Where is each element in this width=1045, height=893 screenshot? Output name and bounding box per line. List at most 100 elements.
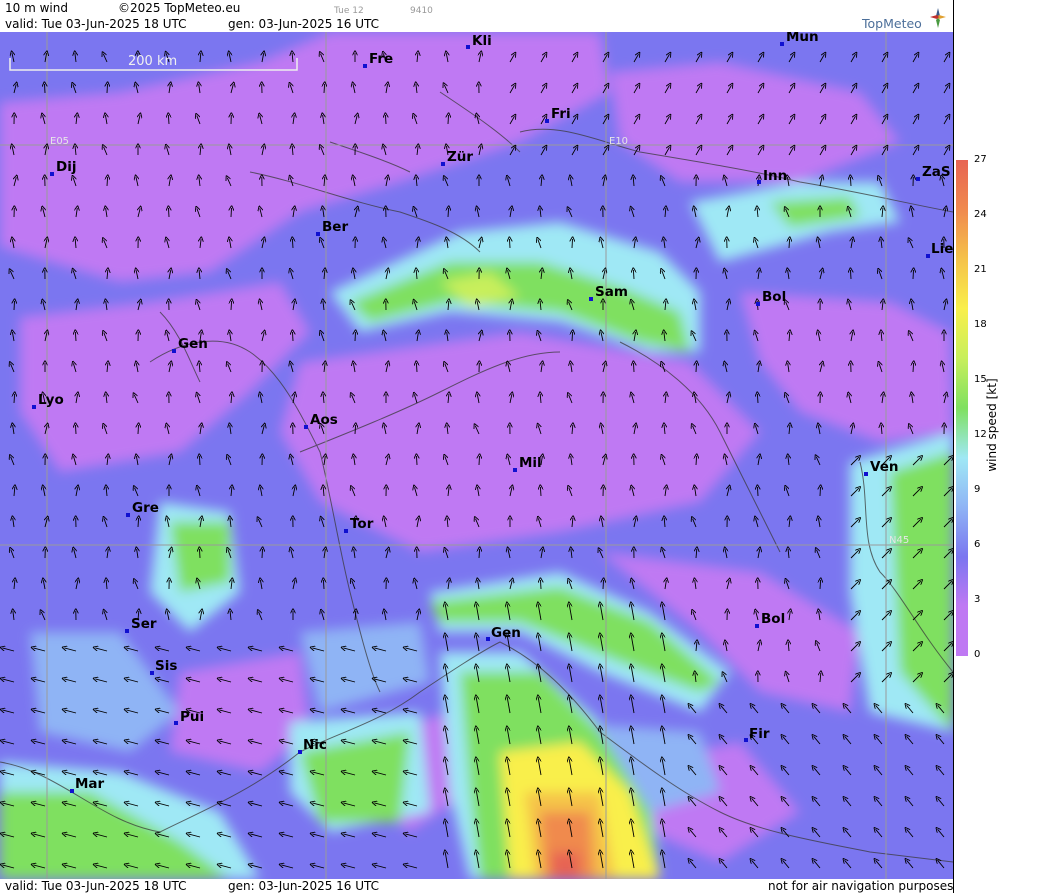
wind-arrow <box>416 363 417 373</box>
wind-arrow <box>107 177 108 187</box>
city-ser-label: Ser <box>131 616 157 632</box>
logo-text: TopMeteo <box>862 16 922 31</box>
city-zur-label: Zür <box>447 149 473 165</box>
city-fir-label: Fir <box>749 726 770 742</box>
colorbar-segment <box>956 358 968 408</box>
wind-arrow <box>913 270 914 280</box>
map-footer: valid: Tue 03-Jun-2025 18 UTC gen: 03-Ju… <box>0 879 953 893</box>
wind-arrow <box>510 239 511 249</box>
colorbar-tick-label: 3 <box>974 594 981 605</box>
city-gen2: Gen <box>486 625 521 641</box>
city-nic: Nic <box>298 737 327 754</box>
wind-arrow <box>168 115 169 125</box>
wind-arrow <box>634 363 635 373</box>
colorbar-segment <box>956 457 968 508</box>
footer-disclaimer: not for air navigation purposes <box>768 879 954 893</box>
city-sam-label: Sam <box>595 284 628 300</box>
city-sam: Sam <box>589 284 628 301</box>
wind-arrow <box>448 115 449 125</box>
wind-arrow <box>199 456 200 466</box>
wind-arrow <box>820 487 821 497</box>
colorbar-segment <box>956 209 968 260</box>
wind-arrow <box>323 580 324 590</box>
colorbar-tick-label: 18 <box>974 319 987 330</box>
wind-arrow <box>633 270 634 280</box>
city-fri-label: Fri <box>551 106 571 122</box>
topmeteo-logo: TopMeteo <box>862 6 952 31</box>
wind-arrow <box>820 580 821 590</box>
copyright: ©2025 TopMeteo.eu <box>118 1 241 15</box>
compass-star-icon <box>930 8 946 28</box>
wind-arrow <box>75 332 76 342</box>
wind-arrow <box>851 270 852 280</box>
run-label: Tue 12 <box>334 6 364 16</box>
city-sis: Sis <box>150 658 177 675</box>
wind-arrow <box>850 177 851 187</box>
wind-arrow <box>448 208 449 218</box>
footer-generated-time: gen: 03-Jun-2025 16 UTC <box>228 879 380 893</box>
grid-label-e10: E10 <box>609 136 628 147</box>
wind-arrow <box>355 332 356 342</box>
city-fre-label: Fre <box>369 51 393 67</box>
wind-arrow <box>292 239 293 249</box>
wind-arrow <box>540 487 541 497</box>
wind-arrow <box>355 425 356 435</box>
colorbar-segment <box>956 308 968 359</box>
colorbar-segment <box>956 507 968 557</box>
wind-arrow <box>572 332 573 342</box>
city-zas: ZaS <box>916 164 951 181</box>
colorbar-segment <box>956 259 968 309</box>
wind-arrow <box>696 456 697 466</box>
city-bol1-label: Bol <box>762 289 786 305</box>
field-title: 10 m wind <box>5 1 68 15</box>
wind-arrow <box>758 487 759 497</box>
wind-arrow <box>169 208 170 218</box>
wind-arrow <box>200 549 201 559</box>
city-lyo-label: Lyo <box>38 392 64 408</box>
city-ven-label: Ven <box>870 459 898 475</box>
city-gen1-label: Gen <box>178 336 208 352</box>
city-nic-label: Nic <box>303 737 327 753</box>
colorbar <box>956 160 968 656</box>
city-lie-label: Lie <box>931 241 953 257</box>
map-header: 10 m wind ©2025 TopMeteo.eu Tue 12 9410 … <box>0 0 953 32</box>
wind-arrow <box>572 239 573 249</box>
city-tor-label: Tor <box>350 516 374 532</box>
colorbar-segment <box>956 606 968 656</box>
wind-arrow <box>696 363 697 373</box>
city-gen1: Gen <box>172 336 208 353</box>
wind-arrow <box>541 580 542 590</box>
wind-arrow <box>138 425 139 435</box>
wind-arrow <box>789 239 790 249</box>
wind-arrow <box>45 84 46 94</box>
colorbar-tick-label: 27 <box>974 154 987 165</box>
city-pui-label: Pui <box>180 709 204 725</box>
colorbar-tick-label: 21 <box>974 264 987 275</box>
wind-arrow <box>479 549 480 559</box>
wind-arrow <box>76 425 77 435</box>
wind-arrow <box>262 549 263 559</box>
wind-arrow <box>417 456 418 466</box>
footer-valid-time: valid: Tue 03-Jun-2025 18 UTC <box>5 879 187 893</box>
generated-time: gen: 03-Jun-2025 16 UTC <box>228 17 380 31</box>
city-sis-label: Sis <box>155 658 177 674</box>
wind-arrow <box>14 394 15 404</box>
run-code: 9410 <box>410 6 433 16</box>
city-gre-label: Gre <box>132 500 159 516</box>
colorbar-tick-label: 24 <box>974 209 987 220</box>
city-inn-label: Inn <box>763 168 787 184</box>
city-dij-label: Dij <box>56 159 76 175</box>
wind-arrow <box>293 332 294 342</box>
city-bol2-label: Bol <box>761 611 785 627</box>
colorbar-tick-label: 6 <box>974 539 981 550</box>
wind-arrow <box>479 456 480 466</box>
colorbar-segment <box>956 407 968 458</box>
grid-label-n45: N45 <box>889 535 909 546</box>
wind-arrow <box>757 394 758 404</box>
city-ber-label: Ber <box>322 219 348 235</box>
city-lie: Lie <box>926 241 953 258</box>
wind-arrow <box>107 84 108 94</box>
wind-arrow <box>231 301 232 311</box>
city-aos-label: Aos <box>310 412 338 428</box>
city-mar-label: Mar <box>75 776 105 792</box>
